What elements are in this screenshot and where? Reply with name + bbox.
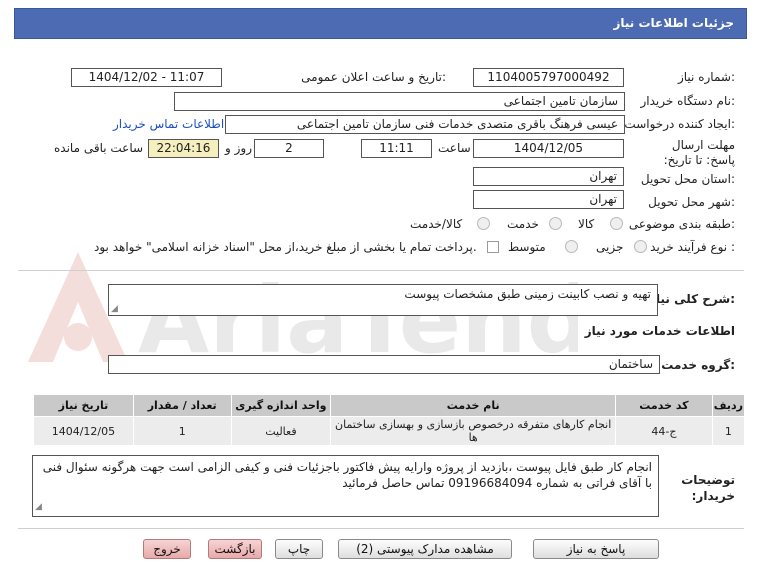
category-radio-goods[interactable]	[610, 217, 623, 230]
city-field: تهران	[473, 190, 624, 209]
exit-button[interactable]: خروج	[143, 539, 191, 559]
buyer-notes-label: توضیحات خریدار:	[681, 473, 735, 503]
buyer-notes-text: انجام کار طبق فایل پیوست ،بازدید از پروژ…	[42, 460, 652, 490]
cell-need-date: 1404/12/05	[33, 416, 134, 446]
col-unit: واحد اندازه گیری	[230, 394, 332, 417]
cell-service-code: ج-44	[615, 416, 713, 446]
resize-grip-icon[interactable]: ◢	[111, 304, 118, 314]
remaining-label: ساعت باقی مانده	[54, 141, 144, 155]
need-number-field: 1104005797000492	[473, 68, 624, 87]
footer-divider	[18, 528, 744, 529]
service-group-field: ساختمان	[108, 355, 660, 374]
page-header: جزئیات اطلاعات نیاز	[14, 8, 747, 39]
days-field: 2	[254, 139, 324, 158]
section-divider	[18, 270, 744, 271]
province-field: تهران	[473, 167, 624, 186]
reply-button[interactable]: پاسخ به نیاز	[533, 539, 659, 559]
resize-grip-icon[interactable]: ◢	[35, 499, 42, 515]
deadline-date-field: 1404/12/05	[473, 139, 624, 158]
table-header-row: ردیف کد خدمت نام خدمت واحد اندازه گیری ت…	[33, 394, 746, 417]
announce-field: 1404/12/02 - 11:07	[71, 68, 222, 87]
print-button[interactable]: چاپ	[275, 539, 323, 559]
need-number-label: شماره نیاز:	[677, 70, 735, 84]
announce-label: تاریخ و ساعت اعلان عمومی:	[301, 70, 446, 84]
services-section-title: اطلاعات خدمات مورد نیاز	[584, 324, 735, 338]
days-label: روز و	[225, 141, 252, 155]
cell-quantity: 1	[132, 416, 232, 446]
category-option-goods-service: کالا/خدمت	[410, 217, 463, 231]
view-attachments-button[interactable]: مشاهده مدارک پیوستی (2)	[338, 539, 512, 559]
col-service-code: کد خدمت	[615, 394, 713, 417]
process-radio-medium[interactable]	[565, 240, 578, 253]
col-service-name: نام خدمت	[330, 394, 617, 417]
category-label: طبقه بندی موضوعی:	[628, 217, 735, 231]
category-radio-service[interactable]	[549, 217, 562, 230]
remaining-time-field: 22:04:16	[148, 139, 219, 158]
col-row-number: ردیف	[711, 394, 746, 417]
col-quantity: تعداد / مقدار	[132, 394, 232, 417]
province-label: استان محل تحویل:	[640, 172, 735, 186]
requester-field: عیسی فرهنگ باقری متصدی خدمات فنی سازمان …	[225, 115, 625, 134]
cell-row-number: 1	[711, 416, 746, 446]
service-group-label: گروه خدمت:	[661, 358, 735, 372]
city-label: شهر محل تحویل:	[648, 195, 735, 209]
services-table: ردیف کد خدمت نام خدمت واحد اندازه گیری ت…	[33, 394, 746, 446]
description-label: شرح کلی نیاز:	[649, 292, 735, 306]
payment-note: پرداخت تمام یا بخشی از مبلغ خرید،از محل …	[94, 240, 477, 254]
requester-label: ایجاد کننده درخواست:	[624, 117, 735, 131]
process-option-minor: جزیی	[596, 240, 624, 254]
buyer-contact-link[interactable]: اطلاعات تماس خریدار	[113, 117, 224, 131]
description-field: تهیه و نصب کابینت زمینی طبق مشخصات پیوست…	[108, 284, 658, 316]
page-title: جزئیات اطلاعات نیاز	[613, 16, 734, 30]
col-need-date: تاریخ نیاز	[33, 394, 134, 417]
back-button[interactable]: بازگشت	[208, 539, 262, 559]
description-text: تهیه و نصب کابینت زمینی طبق مشخصات پیوست	[404, 287, 651, 301]
deadline-time-field: 11:11	[361, 139, 432, 158]
process-label: نوع فرآیند خرید :	[650, 240, 735, 254]
buyer-notes-field: انجام کار طبق فایل پیوست ،بازدید از پروژ…	[32, 455, 659, 517]
watermark-logo: AriaTender.neT	[28, 252, 578, 374]
table-row: 1 ج-44 انجام کارهای متفرقه درخصوص بازساز…	[33, 416, 746, 446]
cell-service-name: انجام کارهای متفرقه درخصوص بازسازی و بهس…	[330, 416, 617, 446]
process-option-medium: متوسط	[508, 240, 546, 254]
deadline-label: مهلت ارسال پاسخ: تا تاریخ:	[663, 138, 735, 167]
category-radio-goods-service[interactable]	[477, 217, 490, 230]
cell-unit: فعالیت	[230, 416, 332, 446]
deadline-time-label: ساعت	[438, 141, 471, 155]
treasury-payment-checkbox[interactable]	[487, 241, 499, 253]
category-option-service: خدمت	[507, 217, 539, 231]
category-option-goods: کالا	[578, 217, 595, 231]
buyer-org-field: سازمان تامین اجتماعی	[174, 92, 625, 111]
process-radio-minor[interactable]	[634, 240, 647, 253]
buyer-org-label: نام دستگاه خریدار:	[640, 94, 736, 108]
